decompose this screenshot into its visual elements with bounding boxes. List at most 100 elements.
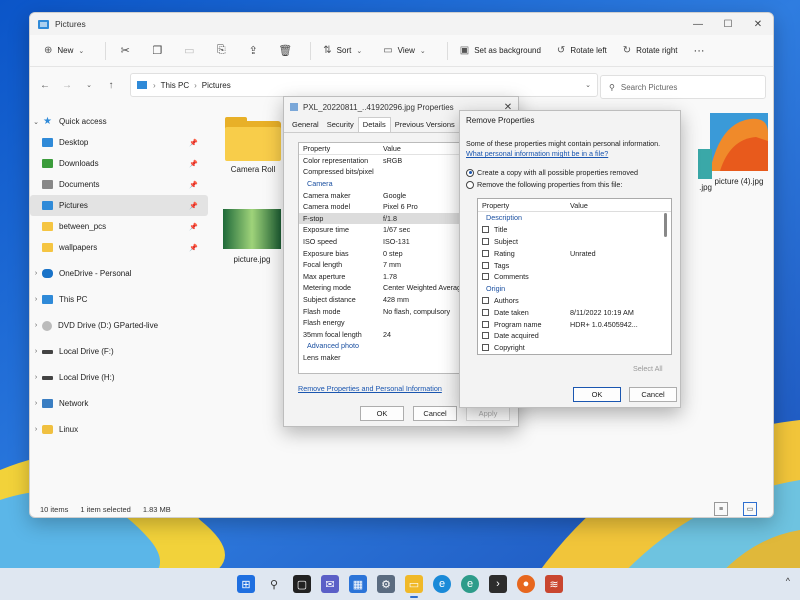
- minimize-button[interactable]: —: [683, 13, 713, 35]
- app-icon[interactable]: ≋: [545, 575, 563, 593]
- remove-properties-link[interactable]: Remove Properties and Personal Informati…: [298, 384, 442, 393]
- view-button[interactable]: ▭ View ⌄: [377, 39, 437, 63]
- sidebar-item-onedrive[interactable]: › OneDrive - Personal: [30, 263, 208, 284]
- chevron-right-icon[interactable]: ›: [30, 322, 42, 329]
- file-tile-camera-roll[interactable]: Camera Roll: [216, 117, 290, 174]
- cut-icon[interactable]: ✂: [112, 39, 138, 63]
- settings-icon[interactable]: ⚙: [377, 575, 395, 593]
- chevron-right-icon[interactable]: ›: [30, 270, 42, 277]
- chevron-right-icon[interactable]: ›: [30, 374, 42, 381]
- table-row[interactable]: Authors: [478, 295, 671, 307]
- chevron-down-icon[interactable]: ⌄: [30, 118, 42, 126]
- rotate-right-button[interactable]: ↻ Rotate right: [617, 39, 684, 63]
- checkbox[interactable]: [482, 226, 489, 234]
- details-view-icon[interactable]: ≡: [714, 502, 728, 516]
- sidebar-item-wallpapers[interactable]: wallpapers 📌: [30, 237, 208, 258]
- forward-arrow-icon[interactable]: →: [58, 75, 76, 95]
- sidebar-item-local-drive-f[interactable]: › Local Drive (F:): [30, 341, 208, 362]
- share-icon[interactable]: ⇪: [240, 39, 266, 63]
- table-row[interactable]: Tags: [478, 259, 671, 271]
- ok-button[interactable]: OK: [360, 406, 404, 421]
- table-row[interactable]: Subject: [478, 236, 671, 248]
- chevron-right-icon[interactable]: ›: [30, 296, 42, 303]
- widgets-icon[interactable]: ▦: [349, 575, 367, 593]
- scrollbar-thumb[interactable]: [664, 213, 667, 237]
- search-box[interactable]: ⚲ Search Pictures: [600, 75, 766, 99]
- tab-details[interactable]: Details: [357, 117, 391, 132]
- sidebar-item-desktop[interactable]: Desktop 📌: [30, 132, 208, 153]
- checkbox[interactable]: [482, 344, 489, 352]
- dialog-title[interactable]: Remove Properties: [460, 111, 680, 129]
- rotate-left-button[interactable]: ↺ Rotate left: [551, 39, 613, 63]
- tray-chevron-icon[interactable]: ^: [786, 576, 790, 586]
- remove-property-list[interactable]: Property Value Description Title Subject…: [477, 198, 672, 355]
- checkbox[interactable]: [482, 273, 489, 281]
- checkbox[interactable]: [482, 308, 489, 316]
- search-icon[interactable]: ⚲: [265, 575, 283, 593]
- terminal-icon[interactable]: ›: [489, 575, 507, 593]
- sidebar-item-downloads[interactable]: Downloads 📌: [30, 153, 208, 174]
- file-explorer-icon[interactable]: ▭: [405, 575, 423, 598]
- chevron-right-icon[interactable]: ›: [30, 400, 42, 407]
- address-bar[interactable]: › This PC › Pictures ⌄: [130, 73, 598, 97]
- sidebar-item-local-drive-h[interactable]: › Local Drive (H:): [30, 367, 208, 388]
- table-row[interactable]: Title: [478, 224, 671, 236]
- table-row[interactable]: Program name HDR+ 1.0.4505942...: [478, 318, 671, 330]
- sidebar-item-this-pc[interactable]: › This PC: [30, 289, 208, 310]
- edge-icon[interactable]: e: [433, 575, 451, 593]
- task-view-icon[interactable]: ▢: [293, 575, 311, 593]
- checkbox[interactable]: [482, 261, 489, 269]
- edge-canary-icon[interactable]: e: [461, 575, 479, 593]
- tab-previous-versions[interactable]: Previous Versions: [391, 120, 459, 132]
- tab-security[interactable]: Security: [323, 120, 358, 132]
- breadcrumb-this-pc[interactable]: This PC: [161, 81, 189, 90]
- table-row[interactable]: Date taken 8/11/2022 10:19 AM: [478, 306, 671, 318]
- select-all-button[interactable]: Select All: [633, 364, 663, 373]
- chat-icon[interactable]: ✉: [321, 575, 339, 593]
- sidebar-item-between-pcs[interactable]: between_pcs 📌: [30, 216, 208, 237]
- paste-icon[interactable]: ▭: [176, 39, 202, 63]
- up-arrow-icon[interactable]: ↑: [102, 75, 120, 95]
- address-chevron-icon[interactable]: ⌄: [585, 81, 591, 89]
- tab-general[interactable]: General: [288, 120, 323, 132]
- checkbox[interactable]: [482, 296, 489, 304]
- checkbox[interactable]: [482, 320, 489, 328]
- sidebar-item-quick-access[interactable]: ⌄ ★ Quick access: [30, 111, 208, 132]
- column-header-property[interactable]: Property: [299, 144, 383, 153]
- checkbox[interactable]: [482, 332, 489, 340]
- close-button[interactable]: ✕: [743, 13, 773, 35]
- new-button[interactable]: ⊕ New ⌄: [38, 39, 95, 63]
- file-tile-picture[interactable]: picture.jpg: [215, 209, 289, 264]
- checkbox[interactable]: [482, 249, 489, 257]
- copy-icon[interactable]: ❐: [144, 39, 170, 63]
- chevron-right-icon[interactable]: ›: [30, 426, 42, 433]
- more-options-button[interactable]: ···: [688, 39, 711, 63]
- breadcrumb-pictures[interactable]: Pictures: [202, 81, 231, 90]
- cancel-button[interactable]: Cancel: [629, 387, 677, 402]
- table-row[interactable]: Date acquired: [478, 330, 671, 342]
- sidebar-item-linux[interactable]: › Linux: [30, 419, 208, 440]
- sidebar-item-network[interactable]: › Network: [30, 393, 208, 414]
- cancel-button[interactable]: Cancel: [413, 406, 457, 421]
- sidebar-item-documents[interactable]: Documents 📌: [30, 174, 208, 195]
- table-row[interactable]: Comments: [478, 271, 671, 283]
- firefox-icon[interactable]: ●: [517, 575, 535, 593]
- rename-icon[interactable]: ⎘: [208, 39, 234, 63]
- ok-button[interactable]: OK: [573, 387, 621, 402]
- remove-properties-radio[interactable]: Remove the following properties from thi…: [466, 180, 622, 189]
- back-arrow-icon[interactable]: ←: [36, 75, 54, 95]
- apply-button[interactable]: Apply: [466, 406, 510, 421]
- chevron-right-icon[interactable]: ›: [30, 348, 42, 355]
- title-bar[interactable]: Pictures — ☐ ✕: [30, 13, 773, 35]
- maximize-button[interactable]: ☐: [713, 13, 743, 35]
- set-background-button[interactable]: ▣ Set as background: [454, 39, 547, 63]
- large-icons-view-icon[interactable]: ▭: [743, 502, 757, 516]
- column-header-property[interactable]: Property: [478, 201, 570, 210]
- personal-info-link[interactable]: What personal information might be in a …: [466, 149, 608, 158]
- checkbox[interactable]: [482, 237, 489, 245]
- start-icon[interactable]: ⊞: [237, 575, 255, 593]
- table-row[interactable]: Rating Unrated: [478, 247, 671, 259]
- sort-button[interactable]: ⇅ Sort ⌄: [317, 39, 373, 63]
- recent-chevron-icon[interactable]: ⌄: [80, 75, 98, 95]
- column-header-value[interactable]: Value: [570, 201, 671, 210]
